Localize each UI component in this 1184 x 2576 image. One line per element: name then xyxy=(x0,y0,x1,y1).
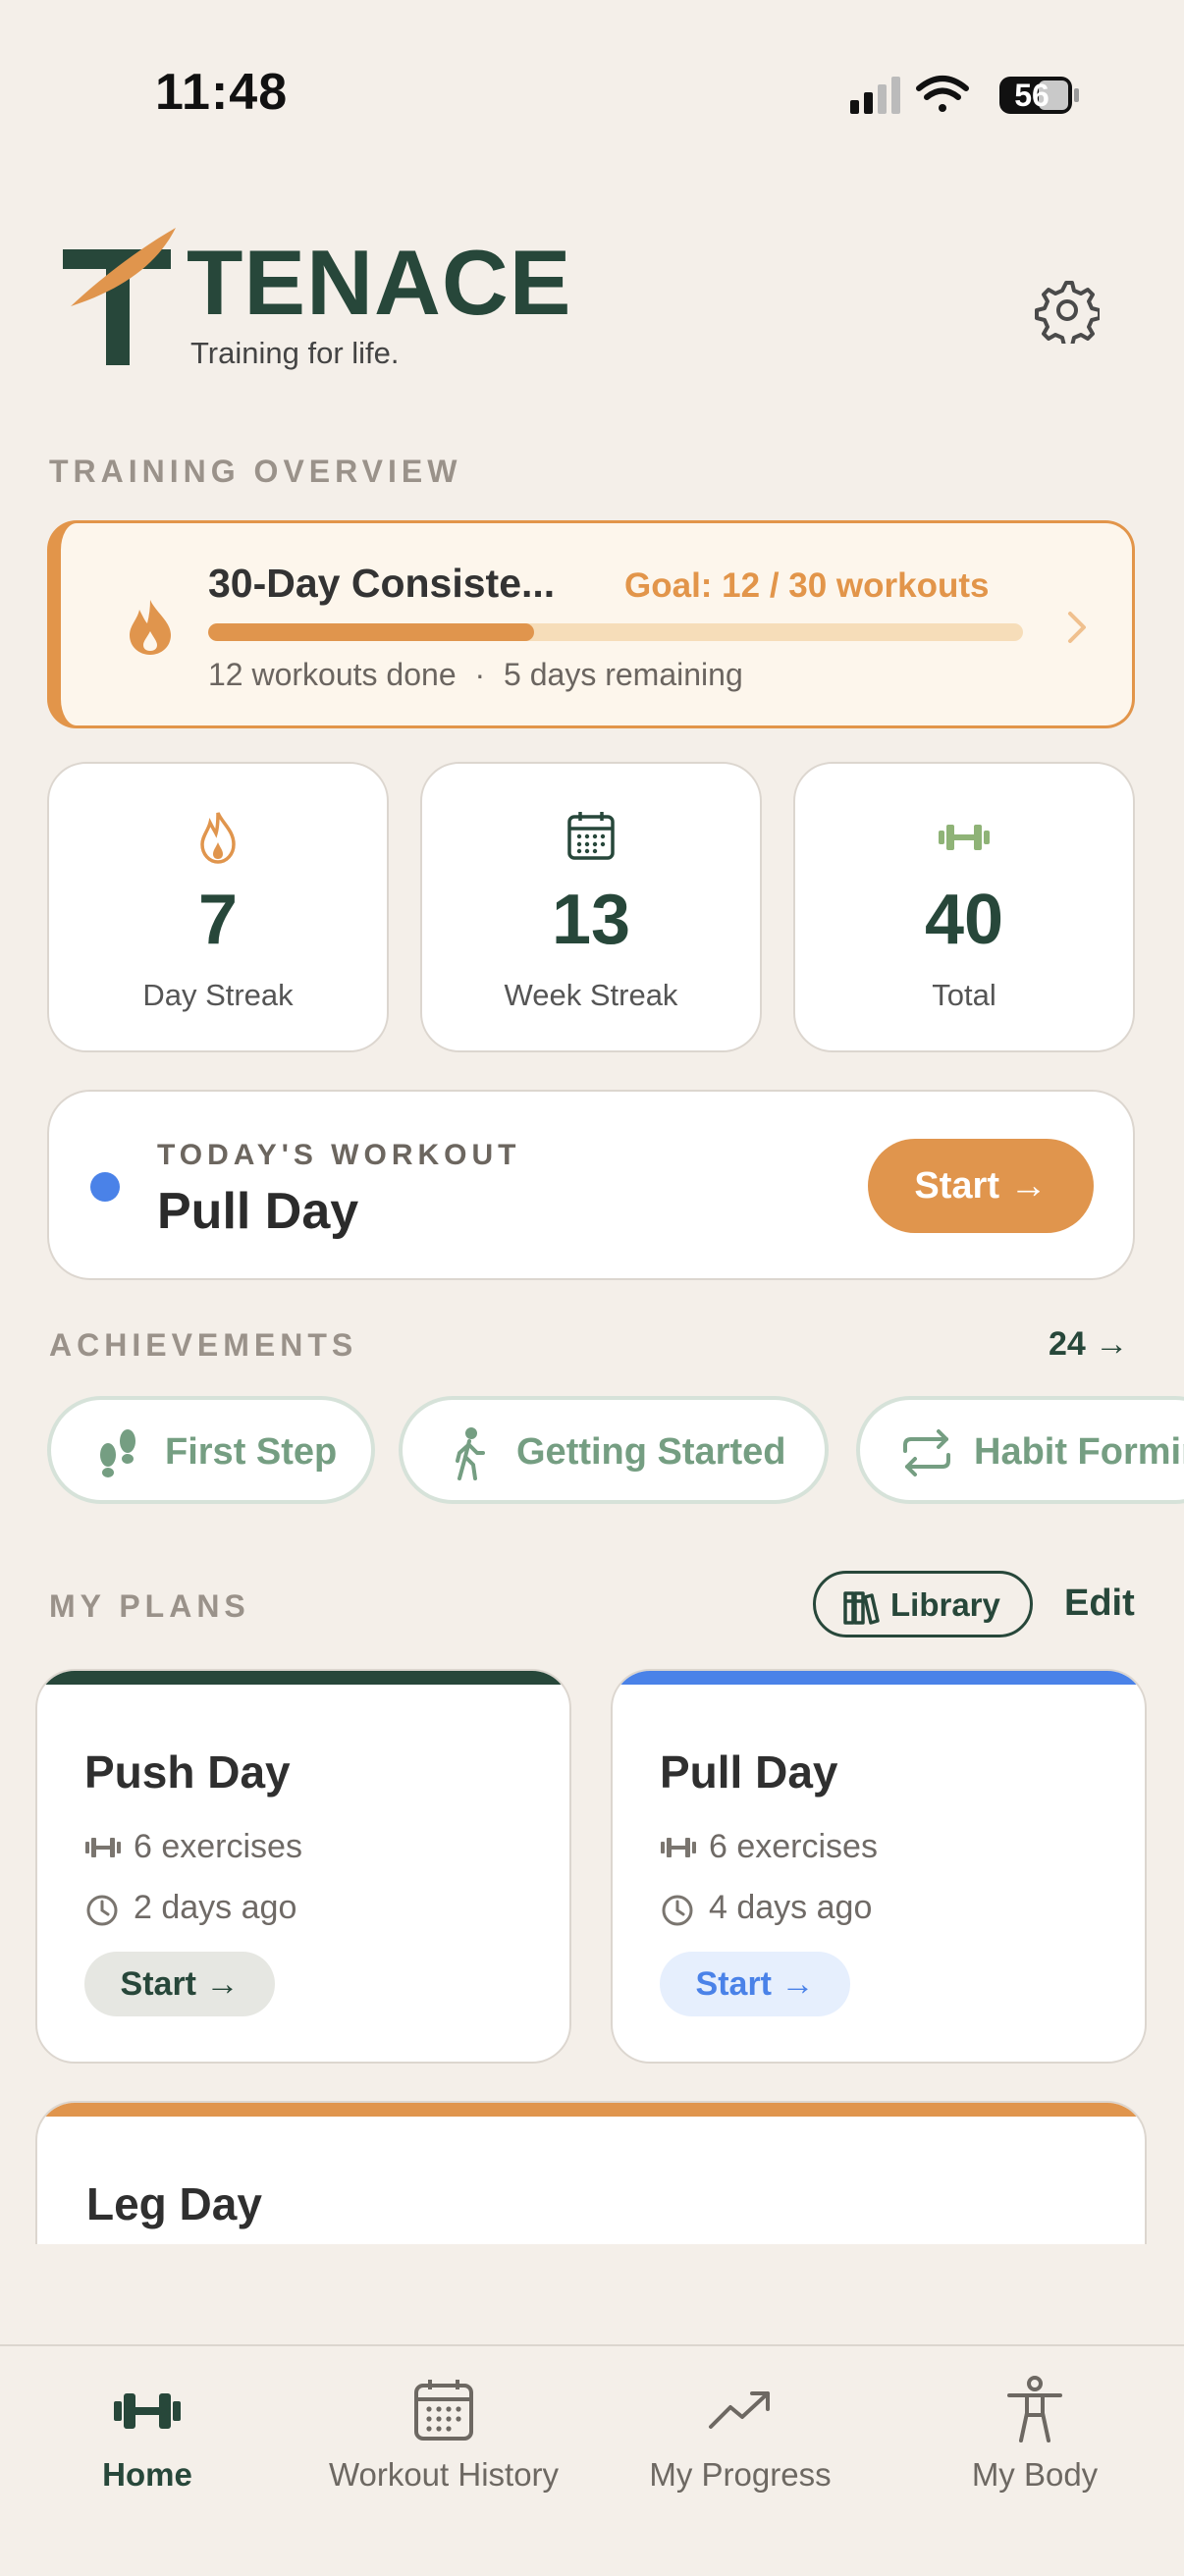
summary-separator: · xyxy=(474,657,486,692)
stat-card-total[interactable]: 40 Total xyxy=(793,762,1135,1052)
stat-value: 13 xyxy=(551,881,631,959)
tab-label: Workout History xyxy=(328,2456,560,2493)
plan-accent-bar xyxy=(613,1671,1145,1685)
workouts-done: 12 workouts done xyxy=(208,657,457,692)
wifi-icon xyxy=(916,76,969,112)
section-label-my-plans: MY PLANS xyxy=(49,1588,250,1624)
plan-start-button[interactable]: Start → xyxy=(660,1952,850,2016)
library-button[interactable]: Library xyxy=(813,1571,1033,1637)
dumbbell-icon xyxy=(661,1838,696,1857)
todays-workout-card[interactable]: TODAY'S WORKOUT Pull Day Start → xyxy=(47,1090,1135,1280)
plan-name: Pull Day xyxy=(660,1746,838,1798)
stat-label: Day Streak xyxy=(142,978,294,1012)
stat-label: Week Streak xyxy=(504,978,678,1012)
plan-card-push-day[interactable]: Push Day 6 exercises 2 days ago Start → xyxy=(35,1669,571,2064)
trend-icon xyxy=(709,2391,770,2429)
battery-level: 56 xyxy=(1014,78,1049,113)
workout-color-dot xyxy=(90,1172,120,1202)
challenge-title: 30-Day Consiste... xyxy=(208,561,556,606)
brand-name: TENACE xyxy=(187,231,572,334)
consistency-challenge-card[interactable]: 30-Day Consiste... Goal: 12 / 30 workout… xyxy=(47,520,1135,728)
tab-workout-history[interactable]: Workout History xyxy=(296,2376,591,2494)
plan-name: Push Day xyxy=(84,1746,291,1798)
dumbbell-icon xyxy=(114,2393,181,2429)
challenge-summary: 12 workouts done · 5 days remaining xyxy=(208,657,743,693)
stat-card-day-streak[interactable]: 7 Day Streak xyxy=(47,762,389,1052)
plan-card-pull-day[interactable]: Pull Day 6 exercises 4 days ago Start → xyxy=(611,1669,1147,2064)
dumbbell-icon xyxy=(85,1838,121,1857)
edit-plans-button[interactable]: Edit xyxy=(1064,1583,1135,1625)
section-label-training-overview: TRAINING OVERVIEW xyxy=(49,454,462,489)
stat-value: 7 xyxy=(197,881,239,959)
achievement-pill-habit-forming[interactable]: Habit Forming xyxy=(856,1396,1184,1504)
books-icon xyxy=(843,1591,880,1625)
achievement-label: Habit Forming xyxy=(974,1431,1184,1473)
achievements-count-link[interactable]: 24 → xyxy=(1049,1325,1128,1364)
footprints-icon xyxy=(100,1429,135,1477)
gear-icon xyxy=(1035,281,1102,348)
calendar-icon xyxy=(562,809,620,864)
calendar-icon xyxy=(414,2380,473,2441)
section-label-achievements: ACHIEVEMENTS xyxy=(49,1327,358,1363)
chevron-right-icon xyxy=(1062,608,1092,647)
challenge-progress-bar xyxy=(208,623,1023,641)
tab-label: Home xyxy=(102,2456,192,2493)
days-remaining: 5 days remaining xyxy=(504,657,743,692)
tab-my-progress[interactable]: My Progress xyxy=(593,2376,888,2494)
dumbbell-icon xyxy=(935,809,994,864)
todays-workout-label: TODAY'S WORKOUT xyxy=(157,1139,521,1171)
library-label: Library xyxy=(890,1586,1000,1623)
repeat-icon xyxy=(903,1429,950,1476)
signal-icon xyxy=(850,77,900,114)
brand-tagline: Training for life. xyxy=(190,336,400,370)
todays-workout-name: Pull Day xyxy=(157,1183,359,1240)
flame-icon xyxy=(126,598,175,655)
challenge-goal: Goal: 12 / 30 workouts xyxy=(624,566,990,605)
stat-label: Total xyxy=(932,978,996,1012)
stat-value: 40 xyxy=(924,881,1004,959)
start-workout-button[interactable]: Start → xyxy=(868,1139,1094,1233)
clock-icon xyxy=(86,1895,118,1926)
plan-accent-bar xyxy=(37,2103,1145,2117)
body-icon xyxy=(1007,2376,1062,2442)
scroll-mask xyxy=(0,2244,1184,2348)
settings-button[interactable] xyxy=(1033,277,1102,348)
achievement-label: First Step xyxy=(165,1431,338,1473)
plan-accent-bar xyxy=(37,1671,569,1685)
plan-start-button[interactable]: Start → xyxy=(84,1952,275,2016)
clock-icon xyxy=(662,1895,693,1926)
walking-icon xyxy=(456,1427,485,1480)
logo-icon xyxy=(63,228,183,365)
achievement-pill-getting-started[interactable]: Getting Started xyxy=(399,1396,829,1504)
achievement-pill-first-step[interactable]: First Step xyxy=(47,1396,375,1504)
tab-my-body[interactable]: My Body xyxy=(888,2376,1182,2494)
tab-label: My Progress xyxy=(649,2456,832,2493)
status-time: 11:48 xyxy=(155,64,289,121)
stat-card-week-streak[interactable]: 13 Week Streak xyxy=(420,762,762,1052)
achievement-label: Getting Started xyxy=(516,1431,786,1473)
plan-name: Leg Day xyxy=(86,2178,262,2229)
challenge-progress-fill xyxy=(208,623,534,641)
tab-label: My Body xyxy=(971,2456,1099,2493)
tab-bar: Home Workout History My Progress My Body xyxy=(0,2344,1184,2576)
flame-outline-icon xyxy=(188,809,247,864)
tab-home[interactable]: Home xyxy=(0,2376,295,2494)
